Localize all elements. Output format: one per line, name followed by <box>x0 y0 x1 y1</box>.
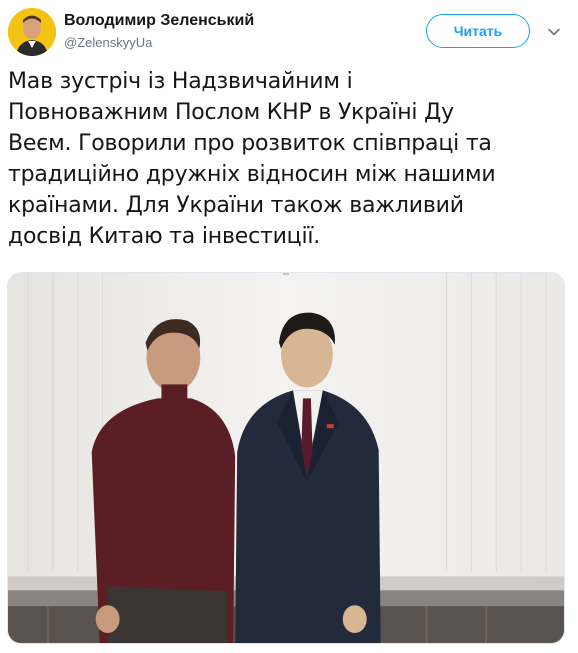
photo-image <box>8 273 564 643</box>
follow-button[interactable]: Читать <box>426 14 530 48</box>
avatar[interactable] <box>8 8 56 56</box>
chevron-down-icon[interactable] <box>546 24 562 40</box>
avatar-image <box>8 8 56 56</box>
author-handle[interactable]: @ZelenskyyUa <box>64 35 152 50</box>
tweet-text: Мав зустріч із Надзвичайним і Повноважни… <box>8 69 496 249</box>
tweet-header: Володимир Зеленський @ZelenskyyUa Читать <box>0 0 578 62</box>
author-name[interactable]: Володимир Зеленський <box>64 12 254 30</box>
tweet-photo[interactable] <box>7 272 565 644</box>
